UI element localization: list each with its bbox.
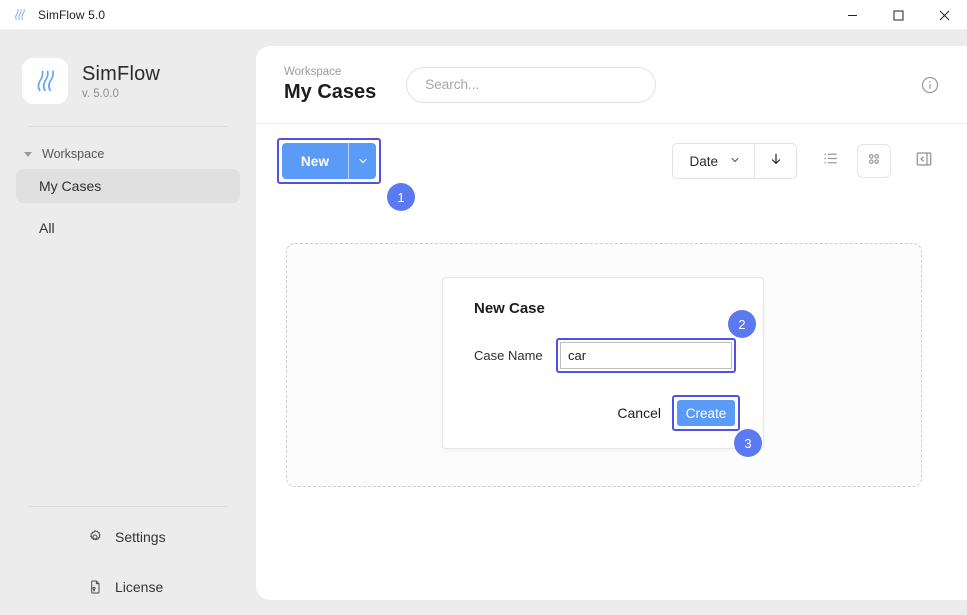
case-name-label: Case Name (474, 348, 543, 363)
brand-block: SimFlow v. 5.0.0 (0, 30, 256, 104)
case-name-row: Case Name 2 (443, 310, 763, 373)
new-button[interactable]: New (282, 143, 376, 179)
grid-view-icon (866, 151, 882, 172)
chevron-down-icon (729, 154, 741, 169)
main-header: Workspace My Cases (256, 46, 967, 124)
sort-by-dropdown[interactable]: Date (673, 144, 754, 178)
annotation-badge-1: 1 (387, 183, 415, 211)
grid-view-button[interactable] (857, 144, 891, 178)
create-button[interactable]: Create (677, 400, 735, 426)
case-name-input[interactable] (560, 342, 732, 369)
chevron-down-icon[interactable] (348, 143, 376, 179)
dialog-title: New Case (474, 300, 545, 317)
sidebar: SimFlow v. 5.0.0 Workspace My Cases All (0, 30, 256, 615)
minimize-button[interactable] (829, 0, 875, 30)
sort-by-label: Date (689, 153, 718, 169)
window-controls (829, 0, 967, 30)
cancel-button[interactable]: Cancel (617, 405, 661, 421)
sidebar-item-settings[interactable]: Settings (0, 517, 256, 557)
sidebar-item-label: My Cases (39, 178, 102, 194)
new-button-wrap: New 1 (277, 138, 415, 211)
breadcrumb-parent: Workspace (284, 65, 342, 78)
new-case-dialog: New Case Case Name 2 Cancel Create 3 (442, 277, 764, 457)
toolbar-right-controls: Date (672, 143, 941, 179)
page-title: My Cases (284, 80, 377, 103)
sidebar-item-label: All (39, 220, 55, 236)
arrow-down-icon (769, 152, 783, 171)
list-view-button[interactable] (813, 144, 847, 178)
sidebar-bottom-divider (28, 506, 228, 507)
search-box[interactable] (406, 66, 657, 103)
collapse-panel-icon (915, 150, 933, 173)
chevron-down-icon (24, 151, 32, 157)
annotation-badge-2: 2 (728, 310, 756, 338)
dialog-actions: Cancel Create 3 (617, 395, 762, 457)
info-circle-icon[interactable] (920, 75, 940, 100)
sidebar-item-label: License (115, 579, 164, 595)
sidebar-group-label: Workspace (42, 147, 105, 161)
annotation-badge-3: 3 (734, 429, 762, 457)
app-logo-icon (22, 58, 68, 104)
brand-name: SimFlow (82, 62, 161, 85)
list-view-icon (822, 150, 839, 172)
gear-icon (86, 528, 104, 546)
simflow-logo-icon (11, 7, 27, 23)
sidebar-item-license[interactable]: License (0, 567, 256, 607)
close-button[interactable] (921, 0, 967, 30)
sidebar-bottom: Settings License (0, 506, 256, 615)
toolbar: New 1 Date (256, 124, 967, 211)
sidebar-group-workspace[interactable]: Workspace (0, 127, 256, 161)
app-window: SimFlow 5.0 SimFlow v. 5.0.0 Workspace M… (0, 0, 967, 615)
main-panel: Workspace My Cases New (256, 46, 967, 600)
title-bar: SimFlow 5.0 (0, 0, 967, 30)
window-title: SimFlow 5.0 (38, 7, 106, 22)
sidebar-item-label: Settings (115, 529, 166, 545)
panel-toggle-button[interactable] (907, 144, 941, 178)
maximize-button[interactable] (875, 0, 921, 30)
brand-version: v. 5.0.0 (82, 87, 119, 100)
sidebar-item-all[interactable]: All (16, 211, 240, 245)
breadcrumb: Workspace My Cases (284, 65, 376, 105)
sort-segment: Date (672, 143, 797, 179)
new-button-label: New (300, 153, 330, 169)
license-document-icon (86, 578, 104, 596)
sort-direction-button[interactable] (754, 144, 796, 178)
sidebar-item-my-cases[interactable]: My Cases (16, 169, 240, 203)
search-input[interactable] (425, 77, 638, 92)
